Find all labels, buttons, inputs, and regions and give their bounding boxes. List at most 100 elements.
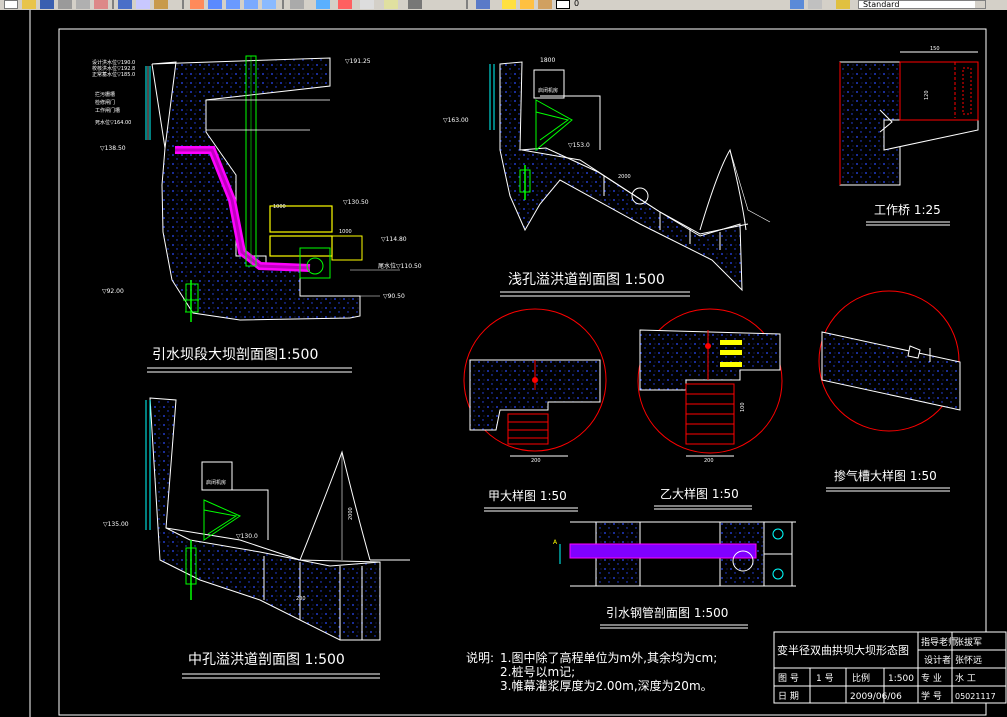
layer-previous-icon[interactable] xyxy=(790,0,804,9)
student-no-label: 学 号 xyxy=(921,690,942,702)
advisor-name: 张拔军 xyxy=(955,636,982,648)
dimension-label: 200 xyxy=(296,596,306,602)
copy-icon[interactable] xyxy=(136,0,150,9)
layer-color-icon[interactable] xyxy=(556,0,570,9)
zoom-extents-icon[interactable] xyxy=(262,0,276,9)
legend-line: 死水位▽164.00 xyxy=(95,119,131,126)
dimension-label: 200 xyxy=(531,458,541,464)
save-icon[interactable] xyxy=(40,0,54,9)
elevation-label: ▽191.25 xyxy=(345,58,371,65)
notes-heading: 说明: xyxy=(466,650,494,665)
elevation-label: ▽130.0 xyxy=(236,533,258,540)
legend-line: 校核洪水位▽192.8 xyxy=(92,65,135,72)
ski-jump xyxy=(699,148,747,231)
scale-value: 1:500 xyxy=(888,674,914,684)
dimension-label: 150 xyxy=(930,46,940,52)
designer-label: 设计者 xyxy=(924,654,951,666)
steel-pipe xyxy=(569,543,757,559)
date-value: 2009/06/06 xyxy=(850,692,902,702)
elevation-label: ▽92.00 xyxy=(102,288,124,295)
legend-line: 设计洪水位▽190.0 xyxy=(92,59,135,66)
bridge-title: 工作桥 1:25 xyxy=(874,203,941,217)
student-no: 05021117 xyxy=(955,692,996,701)
zoom-window-icon[interactable] xyxy=(226,0,240,9)
zoom-realtime-icon[interactable] xyxy=(208,0,222,9)
toolbar-separator xyxy=(466,0,468,9)
middle-spillway-drawing: 启闭机房 ▽135.00 ▽130.0 2000 200 中孔溢洪道剖面图 1:… xyxy=(103,397,410,679)
dam-section-title: 引水坝段大坝剖面图1:500 xyxy=(152,347,318,363)
legend-line: 正常蓄水位▽185.0 xyxy=(92,71,135,78)
scale-label: 比例 xyxy=(852,672,870,684)
detail-a-drawing: 200 甲大样图 1:50 xyxy=(463,308,607,512)
zoom-previous-icon[interactable] xyxy=(244,0,258,9)
hoist-label: 启闭机房 xyxy=(538,87,558,94)
steel-pipe-drawing: A 引水钢管剖面图 1:500 xyxy=(553,521,796,629)
hoist-label: 启闭机房 xyxy=(206,479,226,486)
dimension-label: 120 xyxy=(924,90,930,100)
bridge-deck xyxy=(899,61,979,121)
legend-line: 检修闸门 xyxy=(95,99,115,106)
pipe-title: 引水钢管剖面图 1:500 xyxy=(606,605,728,620)
note-line: 2.桩号以m记; xyxy=(500,664,575,679)
preview-icon[interactable] xyxy=(76,0,90,9)
detail-a-title: 甲大样图 1:50 xyxy=(488,488,567,503)
calculator-icon[interactable] xyxy=(408,0,422,9)
radial-gate xyxy=(535,99,573,152)
new-icon[interactable] xyxy=(4,0,18,9)
advisor-label: 指导老师 xyxy=(921,636,957,648)
section-mark: A xyxy=(553,539,558,546)
dimension-label: 2000 xyxy=(348,507,354,520)
dimension-label: 1000 xyxy=(273,204,286,210)
tool-palettes-icon[interactable] xyxy=(338,0,352,9)
elevation-label: ▽130.50 xyxy=(343,199,369,206)
drawing-canvas[interactable]: ▽191.25 ▽138.50 ▽130.50 ▽114.80 ▽110.50 … xyxy=(0,10,1007,717)
dimension-label: 100 xyxy=(740,402,746,412)
layer-sun-icon[interactable] xyxy=(520,0,534,9)
drawing-no-label: 图 号 xyxy=(778,673,799,684)
elevation-label: ▽110.50 xyxy=(396,263,422,270)
tailwater-label: 尾水位 xyxy=(378,262,396,270)
spillway-body xyxy=(149,397,381,641)
toolbar-separator xyxy=(112,0,114,9)
design-center-icon[interactable] xyxy=(316,0,330,9)
cad-toolbar: 0 Standard xyxy=(0,0,1007,10)
elevation-label: ▽114.80 xyxy=(381,236,407,243)
shallow-spillway-drawing: 启闭机房 ▽163.00 ▽153.0 1800 2000 浅孔溢洪道剖面图 1… xyxy=(443,57,771,297)
aeration-detail-drawing: 掺气槽大样图 1:50 xyxy=(818,290,961,492)
dam-section-drawing: ▽191.25 ▽138.50 ▽130.50 ▽114.80 ▽110.50 … xyxy=(92,55,422,373)
open-icon[interactable] xyxy=(22,0,36,9)
text-style-dropdown[interactable]: Standard xyxy=(858,0,986,9)
dimension-label: 1000 xyxy=(339,229,352,235)
layer-properties-icon[interactable] xyxy=(476,0,490,9)
markup-icon[interactable] xyxy=(384,0,398,9)
date-label: 日 期 xyxy=(778,691,799,702)
middle-spillway-title: 中孔溢洪道剖面图 1:500 xyxy=(188,652,345,668)
ski-jump xyxy=(299,450,371,561)
dimension-label: 1800 xyxy=(540,57,555,64)
layer-name[interactable]: 0 xyxy=(574,0,614,9)
elevation-label: ▽90.50 xyxy=(383,293,405,300)
aeration-title: 掺气槽大样图 1:50 xyxy=(834,468,937,483)
radial-gate xyxy=(203,499,242,541)
elevation-label: ▽135.00 xyxy=(103,521,129,528)
layer-states-icon[interactable] xyxy=(808,0,822,9)
paste-icon[interactable] xyxy=(154,0,168,9)
publish-icon[interactable] xyxy=(94,0,108,9)
sheet-set-icon[interactable] xyxy=(360,0,374,9)
print-icon[interactable] xyxy=(58,0,72,9)
text-style-icon[interactable] xyxy=(836,0,850,9)
layer-bulb-icon[interactable] xyxy=(502,0,516,9)
designer-name: 张怀远 xyxy=(955,654,982,666)
chevron-down-icon[interactable] xyxy=(975,1,985,8)
dimension-label: 2000 xyxy=(618,174,631,180)
cut-icon[interactable] xyxy=(118,0,132,9)
properties-icon[interactable] xyxy=(290,0,304,9)
elevation-label: ▽163.00 xyxy=(443,117,469,124)
text-style-value: Standard xyxy=(863,0,900,9)
dimension-label: 200 xyxy=(704,458,714,464)
layer-lock-icon[interactable] xyxy=(538,0,552,9)
pan-icon[interactable] xyxy=(190,0,204,9)
toolbar-separator xyxy=(282,0,284,9)
shallow-spillway-title: 浅孔溢洪道剖面图 1:500 xyxy=(508,272,665,288)
major-label: 专 业 xyxy=(921,672,942,684)
